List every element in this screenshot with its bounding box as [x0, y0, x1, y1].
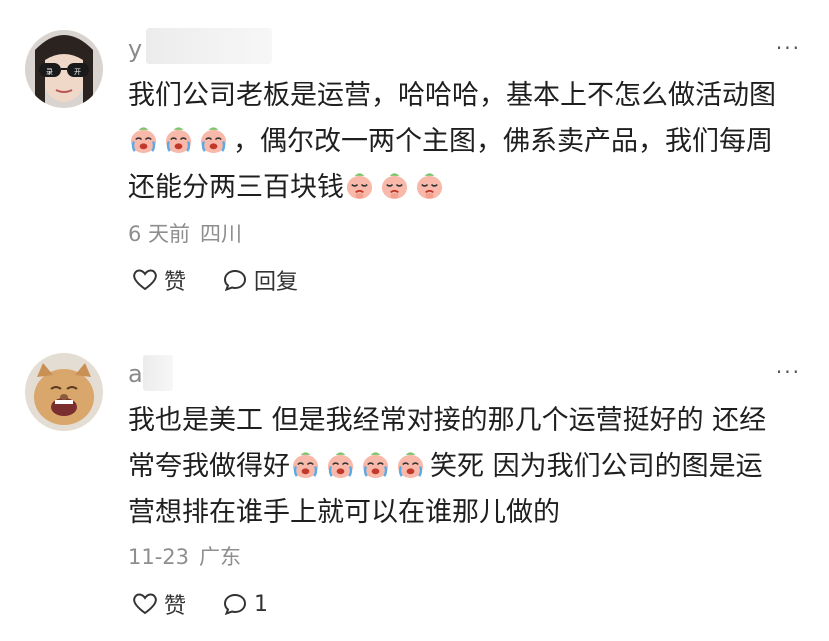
avatar[interactable]: 录 开: [25, 30, 103, 108]
svg-text:录: 录: [46, 68, 53, 76]
username[interactable]: y: [128, 35, 142, 63]
heart-icon: [133, 593, 157, 615]
reply-count: 1: [254, 591, 269, 617]
comment-line: 还能分两三百块钱: [128, 165, 803, 211]
comment-line: ，偶尔改一两个主图，佛系卖产品，我们每周: [128, 119, 803, 165]
location: 四川: [200, 222, 243, 246]
pleading-emoji-icon: [344, 170, 375, 201]
location: 广东: [199, 545, 242, 569]
crying-emoji-icon: [163, 124, 194, 155]
crying-emoji-icon: [395, 449, 426, 480]
crying-emoji-icon: [198, 124, 229, 155]
username-redaction: [143, 355, 173, 391]
comment-line-text: 常夸我做得好: [128, 451, 290, 482]
reply-button[interactable]: 回复: [222, 264, 298, 296]
like-button[interactable]: 赞: [132, 588, 186, 620]
comment-bubble-icon: [224, 269, 247, 292]
comment-line-text: 还能分两三百块钱: [128, 172, 344, 203]
timestamp: 11-23: [128, 545, 190, 569]
more-options-icon[interactable]: ···: [776, 360, 801, 384]
comment-line: 我也是美工 但是我经常对接的那几个运营挺好的 还经: [128, 405, 767, 436]
crying-emoji-icon: [325, 449, 356, 480]
crying-emoji-icon: [290, 449, 321, 480]
avatar[interactable]: [25, 353, 103, 431]
comment-bubble-icon: [224, 593, 247, 616]
svg-text:开: 开: [74, 68, 81, 76]
comment-line-text: ，偶尔改一两个主图，佛系卖产品，我们每周: [233, 126, 773, 157]
comment-meta: 11-23 广东: [128, 541, 241, 571]
comment-line: 营想排在谁手上就可以在谁那儿做的: [128, 497, 560, 528]
comment-line-text: 笑死 因为我们公司的图是运: [430, 451, 763, 482]
pleading-emoji-icon: [414, 170, 445, 201]
comment-text: 我也是美工 但是我经常对接的那几个运营挺好的 还经 常夸我做得好 笑死 因为我们公…: [128, 398, 803, 536]
like-label: 赞: [164, 270, 187, 295]
comment-line: 我们公司老板是运营，哈哈哈，基本上不怎么做活动图: [128, 80, 776, 111]
comment-meta: 6 天前 四川: [128, 218, 242, 248]
username[interactable]: a: [128, 360, 143, 388]
crying-emoji-icon: [360, 449, 391, 480]
comment-actions: 赞 1: [132, 588, 304, 620]
timestamp: 6 天前: [128, 222, 191, 246]
username-redaction: [146, 28, 272, 64]
heart-icon: [133, 269, 157, 291]
like-button[interactable]: 赞: [132, 264, 186, 296]
like-label: 赞: [164, 594, 187, 619]
comment-line: 常夸我做得好 笑死 因为我们公司的图是运: [128, 444, 803, 490]
pleading-emoji-icon: [379, 170, 410, 201]
more-options-icon[interactable]: ···: [776, 36, 801, 60]
crying-emoji-icon: [128, 124, 159, 155]
comment-actions: 赞 回复: [132, 264, 334, 296]
comment-text: 我们公司老板是运营，哈哈哈，基本上不怎么做活动图 ，偶尔改一两个主图，佛系卖产品…: [128, 73, 803, 211]
reply-label: 回复: [254, 270, 299, 295]
reply-button[interactable]: 1: [222, 592, 268, 617]
